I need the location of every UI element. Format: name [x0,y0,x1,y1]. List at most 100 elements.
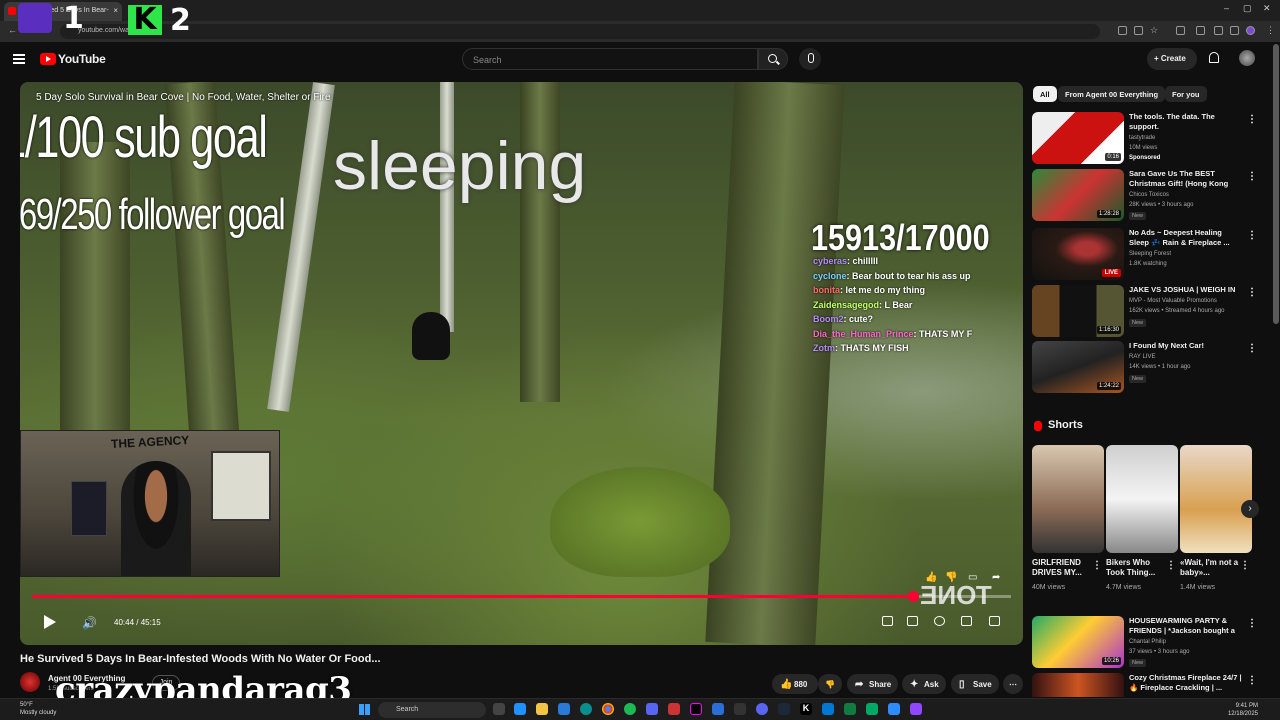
windows-start-icon[interactable] [359,704,370,715]
steam-icon[interactable] [778,703,790,715]
more-vert-icon[interactable]: ⋮ [1247,343,1257,354]
system-clock[interactable]: 9:41 PM 12/18/2025 [1200,702,1258,718]
create-button[interactable]: + Create [1147,48,1197,70]
progress-scrubber[interactable] [908,591,920,602]
recommendation-item[interactable]: 1:24:22 I Found My Next Car! RAY LIVE 14… [1032,341,1262,393]
edge-icon[interactable] [580,703,592,715]
tab-close-icon[interactable]: × [113,6,118,15]
settings-gear-icon[interactable] [934,616,945,626]
zoom-icon[interactable] [1134,26,1143,35]
app-icon[interactable] [712,703,724,715]
file-explorer-icon[interactable] [536,703,548,715]
recommendation-title[interactable]: Cozy Christmas Fireplace 24/7 | 🔥 Firepl… [1129,673,1243,693]
download-icon[interactable] [1214,26,1223,35]
recommendation-channel[interactable]: RAY LIVE [1129,354,1155,360]
cast-icon[interactable] [1118,26,1127,35]
recommendation-item[interactable]: 10:26 HOUSEWARMING PARTY & FRIENDS | *Ja… [1032,616,1262,668]
dislike-button[interactable]: 👎 [818,674,842,694]
recommendation-title[interactable]: Sara Gave Us The BEST Christmas Gift! (H… [1129,169,1243,189]
recommendation-item[interactable]: 1:28:28 Sara Gave Us The BEST Christmas … [1032,169,1262,221]
video-thumbnail[interactable]: 10:26 [1032,616,1124,668]
recommendation-channel[interactable]: MVP - Most Valuable Promotions [1129,298,1217,304]
recommendation-item[interactable]: 0:16 The tools. The data. The support. t… [1032,112,1262,164]
app-icon[interactable] [866,703,878,715]
video-thumbnail[interactable]: 1:16:30 [1032,285,1124,337]
recommendation-item[interactable]: 1:16:30 JAKE VS JOSHUA | WEIGH IN MVP - … [1032,285,1262,337]
recommendation-title[interactable]: The tools. The data. The support. [1129,112,1243,132]
bookmark-star-icon[interactable]: ☆ [1150,25,1158,36]
youtube-logo-text[interactable]: YouTube [58,52,106,66]
share-reaction-icon[interactable]: ➦ [992,572,1000,583]
more-vert-icon[interactable]: ⋮ [1166,560,1176,571]
weather-widget[interactable]: 50°F Mostly cloudy [20,701,56,717]
chip-all[interactable]: All [1033,86,1057,102]
short-thumbnail[interactable] [1180,445,1252,553]
minimize-icon[interactable]: – [1224,3,1229,13]
shorts-next-arrow-icon[interactable]: › [1241,500,1259,518]
recommendation-title[interactable]: JAKE VS JOSHUA | WEIGH IN [1129,285,1243,295]
app-icon[interactable] [646,703,658,715]
video-player[interactable]: 5 Day Solo Survival in Bear Cove | No Fo… [20,82,1023,645]
maximize-icon[interactable]: ▢ [1243,3,1252,14]
voice-search-icon[interactable] [799,48,821,70]
ask-button[interactable]: ✦ Ask [902,674,946,694]
youtube-logo-icon[interactable] [40,53,56,65]
volume-icon[interactable]: 🔊 [82,616,97,630]
close-window-icon[interactable]: ✕ [1263,3,1271,14]
app-icon[interactable] [822,703,834,715]
more-vert-icon[interactable]: ⋮ [1247,114,1257,125]
user-avatar[interactable] [1239,50,1255,66]
recommendation-title[interactable]: No Ads ~ Deepest Healing Sleep 💤 Rain & … [1129,228,1243,248]
more-vert-icon[interactable]: ⋮ [1247,618,1257,629]
sidepanel-icon[interactable] [1196,26,1205,35]
chip-for-you[interactable]: For you [1165,86,1207,102]
more-vert-icon[interactable]: ⋮ [1092,560,1102,571]
channel-avatar[interactable] [20,672,40,692]
recommendation-channel[interactable]: Chicos Toxicos [1129,192,1169,198]
progress-bar[interactable] [32,591,1011,602]
play-icon[interactable] [44,615,56,629]
more-actions-button[interactable]: ⋯ [1003,674,1023,694]
recommendation-title[interactable]: HOUSEWARMING PARTY & FRIENDS | *Jackson … [1129,616,1243,636]
copilot-icon[interactable] [514,703,526,715]
kick-app-icon[interactable]: K [800,703,812,715]
back-icon[interactable]: ← [8,25,17,35]
search-input[interactable]: Search [462,48,758,70]
recommendation-item[interactable]: LIVE No Ads ~ Deepest Healing Sleep 💤 Ra… [1032,228,1262,280]
short-title[interactable]: Bikers Who Took Thing... [1106,558,1166,578]
recommendation-item[interactable]: Cozy Christmas Fireplace 24/7 | 🔥 Firepl… [1032,673,1262,697]
notifications-bell-icon[interactable] [1209,52,1219,63]
task-view-icon[interactable] [493,703,505,715]
short-title[interactable]: «Wait, I'm not a baby»... [1180,558,1240,578]
more-vert-icon[interactable]: ⋮ [1247,675,1257,686]
like-reaction-icon[interactable]: 👍 [925,572,937,583]
comment-icon[interactable]: ▭ [968,572,977,583]
autoplay-toggle-icon[interactable] [882,616,893,626]
chip-from-channel[interactable]: From Agent 00 Everything [1058,86,1166,102]
store-icon[interactable] [558,703,570,715]
short-thumbnail[interactable] [1106,445,1178,553]
miniplayer-icon[interactable] [961,616,972,626]
discord-icon[interactable] [756,703,768,715]
video-thumbnail[interactable]: 1:24:22 [1032,341,1124,393]
account-avatar-icon[interactable] [1246,26,1255,35]
share-button[interactable]: ➦ Share [847,674,898,694]
app-icon[interactable] [888,703,900,715]
dislike-reaction-icon[interactable]: 👎 [945,572,957,583]
twitch-app-icon[interactable] [910,703,922,715]
tiktok-icon[interactable] [690,703,702,715]
short-thumbnail[interactable] [1032,445,1104,553]
video-thumbnail[interactable] [1032,673,1124,697]
chrome-icon[interactable] [602,703,614,715]
app-icon[interactable] [668,703,680,715]
excel-icon[interactable] [844,703,856,715]
more-vert-icon[interactable]: ⋮ [1240,560,1250,571]
captions-icon[interactable] [907,616,918,626]
video-thumbnail[interactable]: 0:16 [1032,112,1124,164]
taskbar-search[interactable]: Search [378,702,486,718]
video-thumbnail[interactable]: 1:28:28 [1032,169,1124,221]
profile-icon[interactable] [1230,26,1239,35]
video-thumbnail[interactable]: LIVE [1032,228,1124,280]
more-vert-icon[interactable]: ⋮ [1247,287,1257,298]
more-vert-icon[interactable]: ⋮ [1247,171,1257,182]
